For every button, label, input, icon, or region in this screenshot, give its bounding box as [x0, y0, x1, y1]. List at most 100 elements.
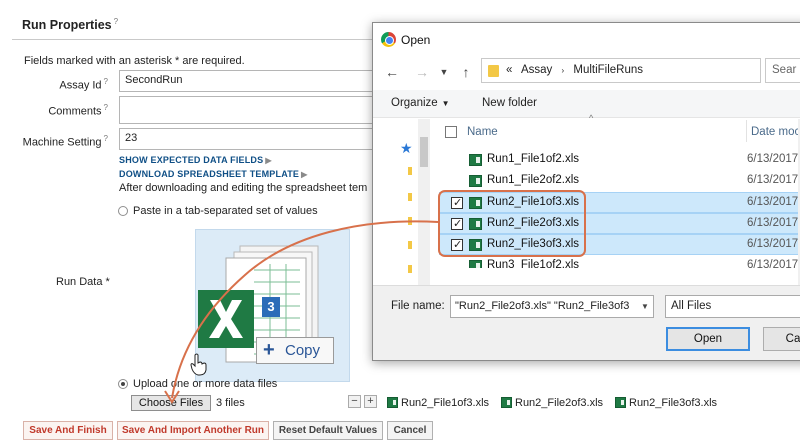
file-row-date: 6/13/2017 [747, 217, 799, 229]
comments-help[interactable]: ? [104, 103, 108, 112]
panel-title: Run Properties? [22, 17, 118, 32]
file-row[interactable]: Run1_File1of2.xls 6/13/2017 [439, 150, 799, 171]
nav-folder-icon[interactable] [408, 265, 412, 273]
up-arrow-icon[interactable]: ↑ [457, 63, 475, 81]
file-row-date: 6/13/2017 [747, 153, 799, 165]
file-row-date: 6/13/2017 [747, 259, 799, 268]
column-date-header[interactable]: Date moc [751, 126, 800, 138]
comments-textarea[interactable] [119, 96, 379, 124]
quick-access-star-icon[interactable]: ★ [400, 140, 413, 157]
dialog-title: Open [401, 33, 431, 47]
file-row[interactable]: Run3_File1of2.xls 6/13/2017 [439, 256, 799, 268]
help-marker[interactable]: ? [114, 17, 118, 26]
file-name-input[interactable]: "Run2_File2of3.xls" "Run2_File3of3 [450, 295, 654, 318]
comments-label: Comments? [18, 103, 108, 118]
organize-menu[interactable]: Organize ▼ [391, 97, 450, 109]
nav-folder-icon[interactable] [408, 167, 412, 175]
choose-files-button[interactable]: Choose Files [131, 395, 211, 411]
reset-defaults-button[interactable]: Reset Default Values [273, 421, 383, 440]
breadcrumb-multifileruns[interactable]: MultiFileRuns [573, 64, 643, 76]
hand-cursor-icon [190, 353, 207, 376]
selection-highlight [438, 190, 586, 257]
command-bar: Organize ▼ New folder [373, 90, 800, 118]
plus-icon: + [263, 339, 275, 361]
save-and-import-another-button[interactable]: Save And Import Another Run [117, 421, 269, 440]
organize-label[interactable]: Organize [391, 97, 438, 109]
assay-id-input[interactable]: SecondRun [119, 70, 379, 92]
save-and-finish-button[interactable]: Save And Finish [23, 421, 113, 440]
uploaded-file-2: Run2_File2of3.xls [501, 397, 603, 409]
excel-file-icon [501, 397, 512, 408]
file-row-date: 6/13/2017 [747, 174, 799, 186]
scrollbar-thumb[interactable] [420, 137, 428, 167]
nav-folder-icon[interactable] [408, 217, 412, 225]
file-name-dropdown-icon[interactable]: ▼ [637, 296, 653, 317]
forward-arrow-icon[interactable]: → [413, 63, 431, 81]
column-separator[interactable] [746, 120, 747, 142]
select-all-checkbox[interactable] [445, 126, 457, 138]
assay-id-help[interactable]: ? [104, 77, 108, 86]
back-arrow-icon[interactable]: ← [383, 63, 401, 81]
run-data-label: Run Data * [56, 276, 110, 288]
cancel-form-button[interactable]: Cancel [387, 421, 433, 440]
page: Run Properties? Fields marked with an as… [0, 0, 800, 447]
download-template-link[interactable]: DOWNLOAD SPREADSHEET TEMPLATE ▶ [119, 169, 308, 179]
copy-badge: + Copy [256, 337, 334, 364]
uploaded-file-3: Run2_File3of3.xls [615, 397, 717, 409]
assay-id-label-text: Assay Id [59, 79, 102, 92]
add-file-button[interactable]: + [364, 395, 377, 408]
show-expected-fields-text[interactable]: SHOW EXPECTED DATA FIELDS [119, 155, 263, 165]
excel-file-icon [469, 154, 482, 166]
dialog-cancel-button[interactable]: Ca [763, 327, 800, 351]
required-note: Fields marked with an asterisk * are req… [24, 55, 245, 67]
column-name-header[interactable]: Name [467, 126, 498, 138]
uploaded-file-3-name: Run2_File3of3.xls [629, 397, 718, 409]
upload-files-radio[interactable] [118, 379, 128, 389]
uploaded-file-1-name: Run2_File1of3.xls [401, 397, 490, 409]
breadcrumb-assay[interactable]: Assay [521, 64, 552, 76]
file-count-badge: 3 [262, 297, 280, 317]
uploaded-file-1: Run2_File1of3.xls [387, 397, 489, 409]
file-row-name: Run1_File2of2.xls [487, 174, 580, 186]
after-download-text: After downloading and editing the spread… [119, 182, 368, 194]
nav-pane-scrollbar[interactable] [418, 119, 430, 297]
copy-label: Copy [285, 342, 321, 359]
paste-values-radio[interactable] [118, 206, 128, 216]
panel-title-text: Run Properties [22, 18, 112, 33]
machine-setting-label: Machine Setting? [18, 134, 108, 149]
machine-setting-input[interactable]: 23 [119, 128, 379, 150]
download-template-text[interactable]: DOWNLOAD SPREADSHEET TEMPLATE [119, 169, 299, 179]
search-input[interactable]: Sear [765, 58, 800, 83]
show-expected-fields-link[interactable]: SHOW EXPECTED DATA FIELDS ▶ [119, 155, 272, 165]
dropdown-caret-icon: ▼ [441, 99, 450, 108]
paste-values-label: Paste in a tab-separated set of values [133, 205, 318, 217]
upload-files-label: Upload one or more data files [133, 378, 278, 390]
nav-folder-icon[interactable] [408, 193, 412, 201]
open-file-dialog: Open ← → ▼ ↑ « Assay › MultiFileRuns Sea… [372, 22, 800, 361]
recent-locations-chevron-icon[interactable]: ▼ [435, 63, 453, 81]
file-row-name: Run1_File1of2.xls [487, 153, 580, 165]
machine-setting-help[interactable]: ? [104, 134, 108, 143]
address-bar[interactable]: « Assay › MultiFileRuns [481, 58, 761, 83]
nav-folder-icon[interactable] [408, 241, 412, 249]
open-button[interactable]: Open [666, 327, 750, 351]
file-row[interactable]: Run1_File2of2.xls 6/13/2017 [439, 171, 799, 192]
chrome-icon [381, 32, 396, 47]
chevron-right-icon: ▶ [265, 156, 272, 165]
file-row-date: 6/13/2017 [747, 238, 799, 250]
comments-label-text: Comments [48, 105, 102, 118]
excel-file-icon [387, 397, 398, 408]
machine-setting-label-text: Machine Setting [22, 136, 102, 149]
excel-file-icon [469, 175, 482, 187]
remove-file-button[interactable]: − [348, 395, 361, 408]
folder-icon [488, 65, 499, 77]
uploaded-file-2-name: Run2_File2of3.xls [515, 397, 604, 409]
breadcrumb-separator-icon: › [561, 66, 565, 75]
file-row-date: 6/13/2017 [747, 196, 799, 208]
breadcrumb: « Assay › MultiFileRuns [506, 64, 649, 76]
breadcrumb-overflow[interactable]: « [506, 64, 512, 76]
file-type-select[interactable]: All Files [665, 295, 800, 318]
file-name-label: File name: [391, 300, 445, 312]
chevron-right-icon: ▶ [301, 170, 308, 179]
new-folder-button[interactable]: New folder [482, 97, 537, 109]
